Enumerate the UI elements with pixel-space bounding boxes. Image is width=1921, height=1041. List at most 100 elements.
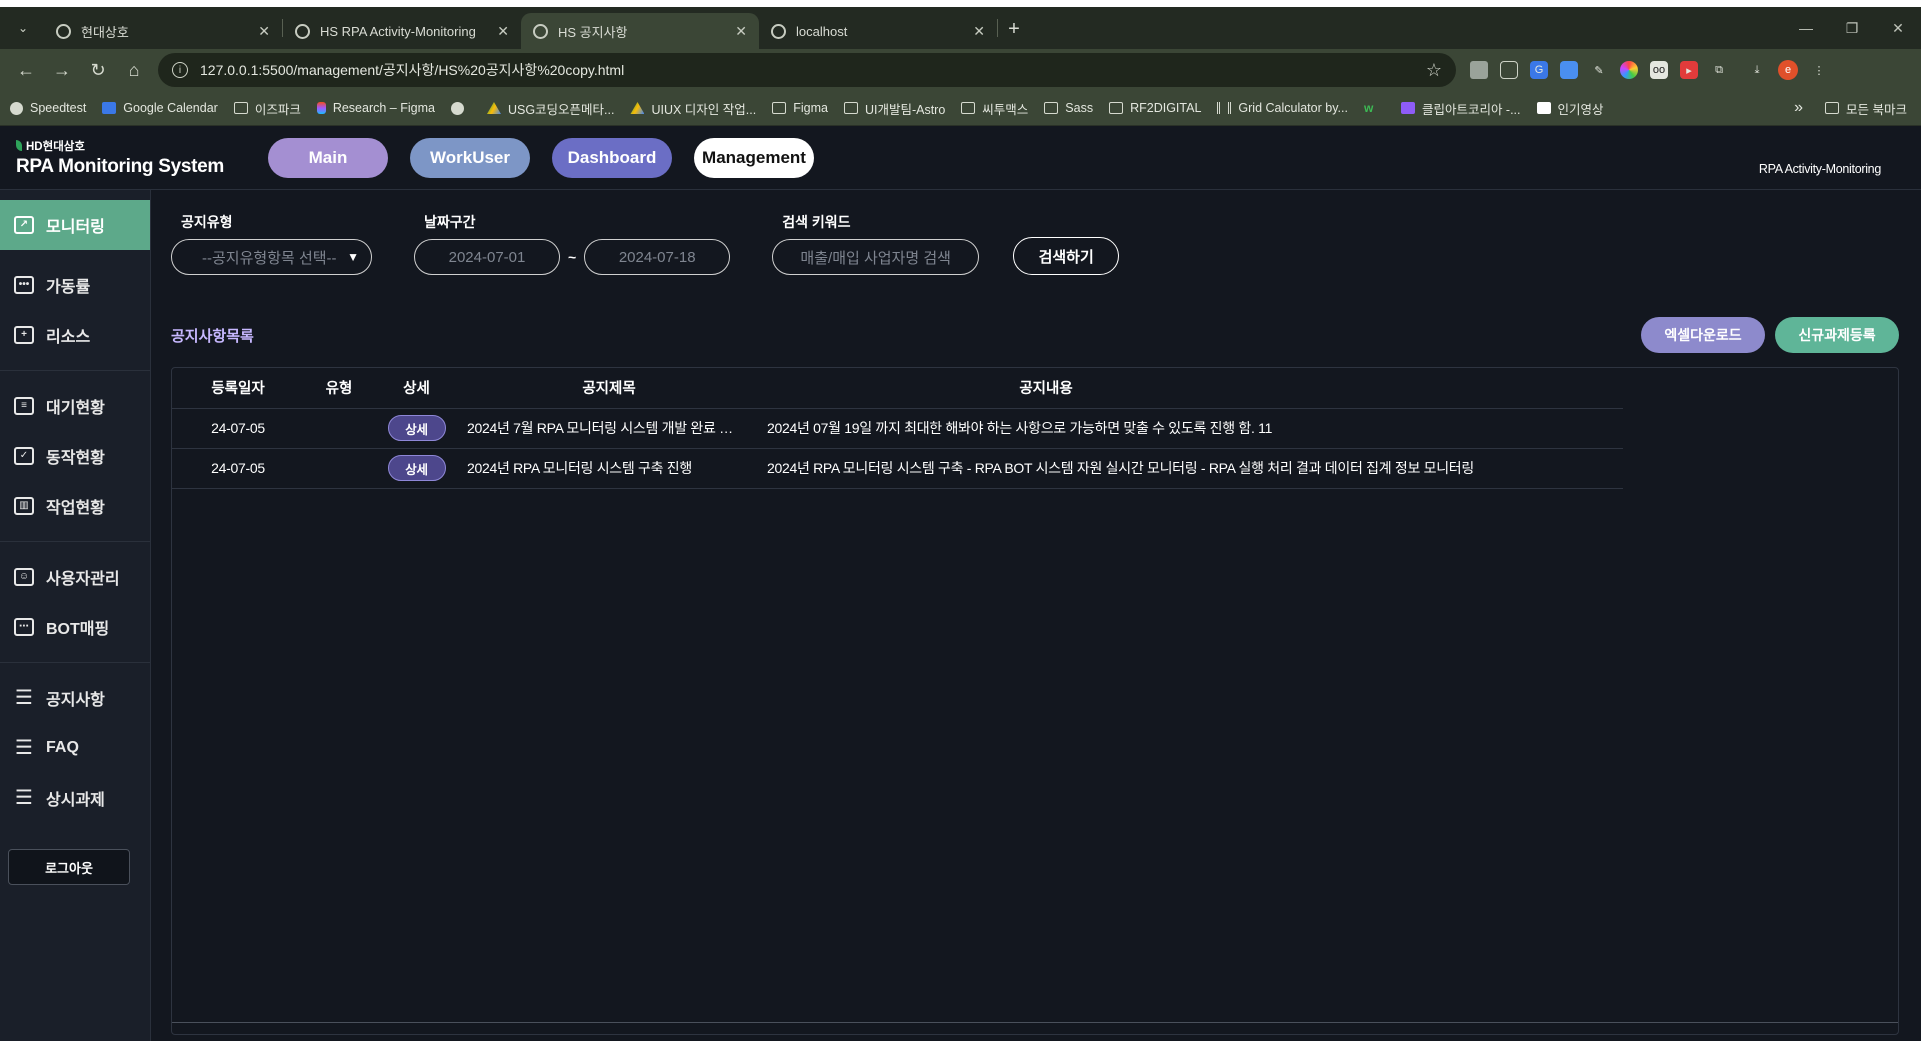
column-header[interactable]: 상세 <box>374 368 459 409</box>
bookmark-item[interactable] <box>450 101 471 115</box>
address-bar[interactable]: i 127.0.0.1:5500/management/공지사항/HS%20공지… <box>158 53 1456 87</box>
table-row[interactable]: 24-07-05 상세 2024년 7월 RPA 모니터링 시스템 개발 완료 … <box>172 408 1623 449</box>
logout-button[interactable]: 로그아웃 <box>8 849 130 885</box>
bookmark-item[interactable]: UIUX 디자인 작업... <box>630 99 756 118</box>
tab-1[interactable]: 현대상호 ✕ <box>44 13 282 49</box>
sidebar-item-label: 작업현황 <box>46 500 105 517</box>
sidebar-item-queue[interactable]: ≡ 대기현황 <box>0 381 150 431</box>
bookmark-item[interactable]: 인기영상 <box>1536 99 1604 118</box>
table-footer <box>172 1022 1898 1034</box>
back-icon[interactable]: ← <box>8 54 44 86</box>
sidebar-item-monitoring[interactable]: ↗ 모니터링 <box>0 200 150 250</box>
download-icon[interactable]: ⤓ <box>1748 61 1766 79</box>
excel-download-button[interactable]: 엑셀다운로드 <box>1641 317 1765 353</box>
date-to-input[interactable]: 2024-07-18 <box>584 239 731 275</box>
bookmark-item[interactable]: Grid Calculator by... <box>1217 101 1348 115</box>
nav-management-button[interactable]: Management <box>694 137 814 178</box>
bookmark-star-icon[interactable]: ☆ <box>1426 60 1442 81</box>
sidebar-item-standing[interactable]: ☰ 상시과제 <box>0 773 150 823</box>
forward-icon[interactable]: → <box>44 54 80 86</box>
bookmark-item[interactable]: USG코딩오픈메타... <box>486 99 614 118</box>
close-icon[interactable]: ✕ <box>497 23 509 40</box>
home-icon[interactable]: ⌂ <box>116 54 152 86</box>
bookmark-item[interactable]: Google Calendar <box>102 101 218 115</box>
translate-icon[interactable]: G <box>1530 61 1548 79</box>
reload-icon[interactable]: ↻ <box>80 54 116 86</box>
bookmark-item[interactable]: UI개발팀-Astro <box>843 99 946 118</box>
keyword-search-input[interactable]: 매출/매입 사업자명 검색 <box>772 239 980 275</box>
notice-type-select[interactable]: --공지유형항목 선택-- ▼ <box>171 239 372 275</box>
cell-title[interactable]: 2024년 7월 RPA 모니터링 시스템 개발 완료 … <box>459 408 759 449</box>
detail-button[interactable]: 상세 <box>387 415 446 441</box>
url-text[interactable]: 127.0.0.1:5500/management/공지사항/HS%20공지사항… <box>200 60 1426 80</box>
notice-table-container: 등록일자 유형 상세 공지제목 공지내용 24-07-05 상세 2024년 7… <box>171 367 1899 1035</box>
window-close-icon[interactable]: ✕ <box>1875 20 1921 37</box>
screenshot-icon[interactable] <box>1500 61 1518 79</box>
glasses-icon[interactable]: oo <box>1650 61 1668 79</box>
bookmark-item[interactable]: Figma <box>772 101 828 115</box>
extensions-area: G ✎ oo ▸ ⧉ ⤓ e ⋮ <box>1470 60 1828 80</box>
bookmark-item[interactable]: w <box>1364 102 1385 114</box>
cell-content: 2024년 RPA 모니터링 시스템 구축 - RPA BOT 시스템 자원 실… <box>759 448 1623 489</box>
column-header[interactable]: 공지제목 <box>459 368 759 409</box>
sidebar-item-action[interactable]: ✓ 동작현황 <box>0 431 150 481</box>
puzzle-icon[interactable]: ⧉ <box>1710 61 1728 79</box>
camera-icon[interactable] <box>1470 61 1488 79</box>
user-monitor-icon: ☺ <box>14 568 34 586</box>
dots-icon: ••• <box>14 276 34 294</box>
more-menu-icon[interactable]: ⋮ <box>1810 61 1828 79</box>
sidebar-item-resource[interactable]: + 리소스 <box>0 310 150 360</box>
bookmark-item[interactable]: Research – Figma <box>316 101 435 115</box>
column-header[interactable]: 공지내용 <box>759 368 1623 409</box>
sidebar-item-users[interactable]: ☺ 사용자관리 <box>0 552 150 602</box>
profile-avatar[interactable]: e <box>1778 60 1798 80</box>
brand-logo[interactable]: HD현대삼호 RPA Monitoring System <box>16 138 248 178</box>
minimize-icon[interactable]: — <box>1783 20 1829 36</box>
bookmarks-overflow-button[interactable]: » <box>1794 99 1803 117</box>
tab-2[interactable]: HS RPA Activity-Monitoring ✕ <box>283 13 521 49</box>
sidebar-item-bot[interactable]: ⋯ BOT매핑 <box>0 602 150 652</box>
pen-icon[interactable]: ✎ <box>1590 61 1608 79</box>
bookmark-item[interactable]: RF2DIGITAL <box>1109 101 1201 115</box>
bookmark-item[interactable]: Speedtest <box>10 101 86 115</box>
close-icon[interactable]: ✕ <box>735 23 747 40</box>
bookmark-item[interactable]: 이즈파크 <box>233 99 301 118</box>
sidebar-item-job[interactable]: ▥ 작업현황 <box>0 481 150 531</box>
close-icon[interactable]: ✕ <box>973 23 985 40</box>
sidebar-item-faq[interactable]: ☰ FAQ <box>0 723 150 773</box>
tab-4[interactable]: localhost ✕ <box>759 13 997 49</box>
tab-search-icon[interactable]: ⌄ <box>8 13 38 43</box>
new-task-button[interactable]: 신규과제등록 <box>1775 317 1899 353</box>
figma-icon <box>316 102 326 114</box>
restore-icon[interactable]: ❐ <box>1829 20 1875 37</box>
sidebar-item-uptime[interactable]: ••• 가동률 <box>0 260 150 310</box>
nav-workuser-button[interactable]: WorkUser <box>410 137 530 178</box>
bookmark-item[interactable]: 클립아트코리아 -... <box>1400 99 1521 118</box>
site-info-icon[interactable]: i <box>172 62 188 78</box>
cell-title[interactable]: 2024년 RPA 모니터링 시스템 구축 진행 <box>459 448 759 489</box>
detail-button[interactable]: 상세 <box>387 455 446 481</box>
nav-main-button[interactable]: Main <box>268 137 388 178</box>
bookmark-label: Google Calendar <box>123 101 218 115</box>
color-picker-icon[interactable] <box>1620 61 1638 79</box>
column-header[interactable]: 유형 <box>304 368 374 409</box>
bookmark-label: UI개발팀-Astro <box>864 102 946 117</box>
folder-icon <box>233 102 248 114</box>
table-row[interactable]: 24-07-05 상세 2024년 RPA 모니터링 시스템 구축 진행 202… <box>172 448 1623 489</box>
sidebar-item-notice[interactable]: ☰ 공지사항 <box>0 673 150 723</box>
search-button[interactable]: 검색하기 <box>1013 237 1120 275</box>
main-nav: Main WorkUser Dashboard Management <box>268 137 814 178</box>
window-controls: — ❐ ✕ <box>1783 7 1921 49</box>
nav-dashboard-button[interactable]: Dashboard <box>552 137 672 178</box>
tab-3-active[interactable]: HS 공지사항 ✕ <box>521 13 759 49</box>
bookmark-item[interactable]: Sass <box>1044 101 1093 115</box>
clipboard-icon[interactable] <box>1560 61 1578 79</box>
bookmark-item[interactable]: 씨투맥스 <box>961 99 1028 118</box>
column-header[interactable]: 등록일자 <box>172 368 304 409</box>
close-icon[interactable]: ✕ <box>258 23 270 40</box>
date-from-input[interactable]: 2024-07-01 <box>414 239 560 275</box>
video-icon[interactable]: ▸ <box>1680 61 1698 79</box>
grid-icon <box>1217 102 1232 114</box>
new-tab-button[interactable]: + <box>998 13 1030 45</box>
all-bookmarks-folder[interactable]: 모든 북마크 <box>1825 99 1907 118</box>
